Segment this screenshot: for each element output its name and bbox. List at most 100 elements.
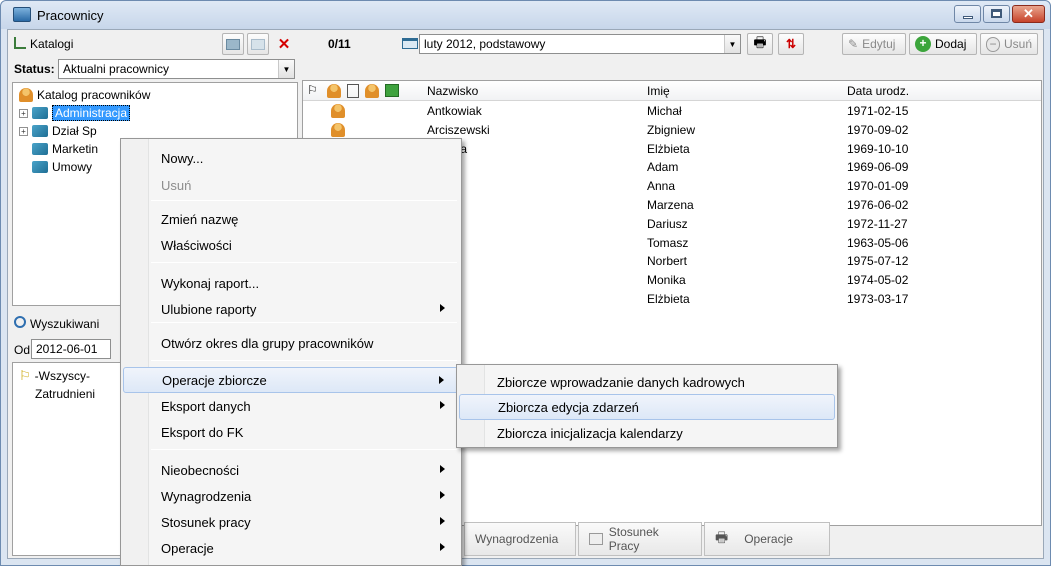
menu-item-label: Operacje [161, 540, 214, 556]
tree-item-label: Umowy [52, 160, 93, 174]
flag-icon: ⚐ [19, 368, 31, 383]
from-date-value: 2012-06-01 [36, 342, 98, 356]
tab-stosunek-pracy[interactable]: Stosunek Pracy [578, 522, 702, 556]
birth-date-cell: 1969-06-09 [847, 160, 909, 175]
menu-item-label: Wynagrodzenia [161, 488, 252, 504]
delete-catalog-button[interactable]: ✕ [275, 35, 293, 53]
menu-separator [151, 262, 457, 263]
filter-item-employed[interactable]: Zatrudnieni [35, 385, 95, 403]
menu-item-label: Stosunek pracy [161, 514, 251, 530]
submenu-arrow-icon [440, 491, 445, 499]
book-icon [32, 143, 48, 155]
tree-item-dzial[interactable]: + Dział Sp [19, 122, 97, 140]
new-catalog-button[interactable] [222, 33, 244, 55]
filter-item-all[interactable]: ⚐ -Wszyscy- [19, 367, 90, 385]
col-header-surname[interactable]: Nazwisko [427, 84, 478, 98]
menu-item-wynagrodzenia[interactable]: Wynagrodzenia [123, 483, 459, 509]
catalog-tree-icon [14, 37, 26, 49]
menu-item-eksport-do-fk[interactable]: Eksport do FK [123, 419, 459, 445]
menu-item-label: Zbiorcze wprowadzanie danych kadrowych [497, 374, 745, 390]
submenu-arrow-icon [440, 543, 445, 551]
from-date-input[interactable]: 2012-06-01 [31, 339, 111, 359]
menu-item-label: Operacje zbiorcze [162, 372, 267, 388]
tree-item-umowy[interactable]: Umowy [32, 158, 92, 176]
table-row[interactable]: Arciszewski Zbigniew 1970-09-02 [303, 121, 1041, 140]
menu-item-label: Właściwości [161, 237, 232, 253]
delete-button[interactable]: − Usuń [980, 33, 1038, 55]
sort-button[interactable]: ⇅ [778, 33, 804, 55]
add-button[interactable]: + Dodaj [909, 33, 977, 55]
remove-icon: − [986, 36, 1000, 52]
operations-submenu: Zbiorcze wprowadzanie danych kadrowych Zb… [456, 364, 838, 448]
pencil-icon: ✎ [848, 37, 859, 51]
delete-label: Usuń [1003, 37, 1032, 51]
col-header-name[interactable]: Imię [647, 84, 670, 98]
filter-item-label: -Wszyscy- [34, 369, 90, 383]
copy-catalog-button[interactable] [247, 33, 269, 55]
tree-root[interactable]: Katalog pracowników [19, 86, 150, 104]
tab-wynagrodzenia[interactable]: Wynagrodzenia [464, 522, 576, 556]
person-status-icon [365, 84, 379, 98]
submenu-item-zbiorcze-wprowadzanie-danych-kadrowych[interactable]: Zbiorcze wprowadzanie danych kadrowych [459, 369, 835, 395]
search-label: Wyszukiwani [30, 317, 100, 331]
status-select[interactable]: Aktualni pracownicy ▼ [58, 59, 295, 79]
menu-item-usun[interactable]: Usuń [123, 172, 459, 198]
status-row: Status: Aktualni pracownicy ▼ [12, 58, 296, 80]
menu-item-wlasciwosci[interactable]: Właściwości [123, 232, 459, 258]
name-cell: Dariusz [647, 216, 688, 231]
maximize-button[interactable] [983, 5, 1010, 23]
tab-label: Operacje [744, 532, 793, 546]
menu-item-otworz-okres-dla-grupy-pracownikow[interactable]: Otwórz okres dla grupy pracowników [123, 330, 459, 356]
minimize-button[interactable] [954, 5, 981, 23]
tree-item-administracja[interactable]: + Administracja [19, 104, 131, 122]
birth-date-cell: 1974-05-02 [847, 273, 909, 288]
status-label: Status: [14, 62, 55, 76]
tree-root-label: Katalog pracowników [37, 88, 151, 102]
expand-icon[interactable]: + [19, 108, 28, 118]
grid-header: ⚐ Nazwisko Imię Data urodz. [303, 81, 1041, 101]
submenu-item-zbiorcza-edycja-zdarzen[interactable]: Zbiorcza edycja zdarzeń [459, 394, 835, 420]
surname-cell: Antkowiak [427, 104, 482, 118]
birth-date-cell: 1973-03-17 [847, 292, 909, 306]
book-icon [32, 125, 48, 137]
expand-icon[interactable]: + [19, 126, 28, 136]
tab-label: Wynagrodzenia [475, 532, 559, 546]
close-button[interactable]: ✕ [1012, 5, 1045, 23]
birth-date-cell: 1969-10-10 [847, 141, 909, 156]
menu-item-label: Wykonaj raport... [161, 275, 260, 291]
context-menu: Nowy... Usuń Zmień nazwę Właściwości Wykonaj… [120, 138, 462, 566]
filter-item-label: Zatrudnieni [35, 387, 96, 401]
printer-icon: 🖶 [715, 529, 729, 545]
menu-item-eksport-danych[interactable]: Eksport danych [123, 393, 459, 419]
menu-item-operacje[interactable]: Operacje [123, 535, 459, 561]
print-button[interactable]: 🖶 [747, 33, 773, 55]
edit-button[interactable]: ✎ Edytuj [842, 33, 906, 55]
menu-item-operacje-zbiorcze[interactable]: Operacje zbiorcze [123, 367, 459, 393]
menu-item-ulubione-raporty[interactable]: Ulubione raporty [123, 296, 459, 322]
submenu-item-zbiorcza-inicjalizacja-kalendarzy[interactable]: Zbiorcza inicjalizacja kalendarzy [459, 420, 835, 446]
menu-item-label: Eksport do FK [161, 424, 244, 440]
title-bar[interactable]: Pracownicy ✕ [1, 1, 1050, 29]
tree-item-label: Marketin [52, 142, 99, 156]
birth-date-cell: 1975-07-12 [847, 254, 909, 269]
add-label: Dodaj [935, 37, 967, 51]
table-row[interactable]: Antkowiak Michał 1971-02-15 [303, 102, 1041, 121]
magnifier-icon [14, 316, 26, 328]
menu-item-nieobecnosci[interactable]: Nieobecności [123, 457, 459, 483]
menu-item-label: Eksport danych [161, 398, 251, 414]
submenu-arrow-icon [440, 304, 445, 312]
person-icon [327, 84, 341, 98]
menu-item-zmien-nazwe[interactable]: Zmień nazwę [123, 206, 459, 232]
menu-item-stosunek-pracy[interactable]: Stosunek pracy [123, 509, 459, 535]
app-icon [13, 7, 31, 22]
tree-item-marketing[interactable]: Marketin [32, 140, 98, 158]
menu-item-nowy[interactable]: Nowy... [123, 145, 459, 171]
menu-item-wykonaj-raport[interactable]: Wykonaj raport... [123, 270, 459, 296]
delete-x-icon: ✕ [277, 36, 291, 53]
period-select[interactable]: luty 2012, podstawowy ▼ [419, 34, 741, 54]
name-cell: Elżbieta [647, 292, 690, 306]
tab-operacje[interactable]: 🖶 Operacje [704, 522, 830, 556]
birth-date-cell: 1971-02-15 [847, 104, 909, 118]
window-title: Pracownicy [37, 8, 104, 23]
col-header-birth[interactable]: Data urodz. [847, 84, 909, 98]
